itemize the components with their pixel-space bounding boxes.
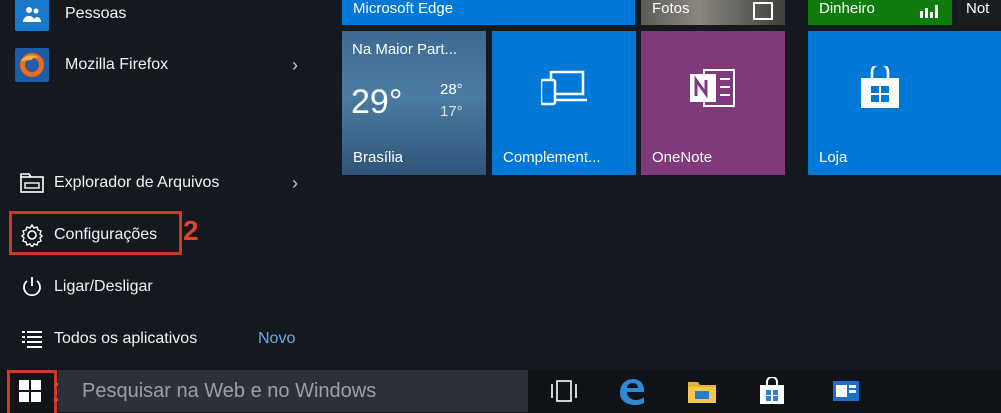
taskbar: 1 Pesquisar na Web e no Windows <box>0 370 1001 413</box>
taskbar-edge[interactable] <box>607 370 655 412</box>
annotation-highlight-start <box>7 370 57 413</box>
annotation-step-2: 2 <box>183 215 199 246</box>
task-view-button[interactable] <box>540 370 588 412</box>
weather-condition: Na Maior Part... <box>352 41 458 58</box>
chart-icon <box>918 2 940 22</box>
start-menu-left-pane: Pessoas Mozilla Firefox › Explorador de … <box>0 0 320 370</box>
tile-label: Not <box>966 0 990 17</box>
folder-icon <box>12 173 52 193</box>
tile-money[interactable]: Dinheiro <box>808 0 952 25</box>
search-box[interactable]: Pesquisar na Web e no Windows <box>58 370 528 412</box>
firefox-icon <box>12 48 52 82</box>
weather-low: 17° <box>440 103 463 120</box>
app-icon <box>833 381 859 401</box>
tile-phone-companion[interactable]: Complement... <box>492 31 636 175</box>
chevron-right-icon[interactable]: › <box>292 173 298 194</box>
tile-label: OneNote <box>652 149 713 166</box>
people-icon <box>12 0 52 31</box>
tile-microsoft-edge[interactable]: Microsoft Edge <box>342 0 635 25</box>
menu-item-file-explorer[interactable]: Explorador de Arquivos › <box>0 163 320 203</box>
app-item-label: Pessoas <box>65 5 127 22</box>
tile-label: Brasília <box>353 149 404 166</box>
menu-item-power[interactable]: Ligar/Desligar <box>0 267 320 307</box>
taskbar-store[interactable] <box>748 370 796 412</box>
taskbar-file-explorer[interactable] <box>678 370 726 412</box>
tile-onenote[interactable]: OneNote <box>641 31 785 175</box>
weather-high: 28° <box>440 81 463 98</box>
tile-label: Fotos <box>652 0 690 17</box>
tile-label: Complement... <box>503 149 601 166</box>
app-item-label: Mozilla Firefox <box>65 56 169 73</box>
tile-label: Loja <box>819 149 848 166</box>
search-placeholder: Pesquisar na Web e no Windows <box>82 379 377 402</box>
tile-store[interactable]: Loja <box>808 31 1001 175</box>
list-icon <box>12 330 52 348</box>
tile-news[interactable]: Not <box>958 0 1001 25</box>
store-icon <box>808 31 951 145</box>
new-badge: Novo <box>258 330 296 347</box>
task-view-icon <box>551 380 577 402</box>
taskbar-app[interactable] <box>822 370 870 412</box>
tile-label: Dinheiro <box>819 0 875 17</box>
chevron-right-icon[interactable]: › <box>292 55 298 76</box>
menu-item-all-apps[interactable]: Todos os aplicativos Novo <box>0 319 320 359</box>
tile-photos[interactable]: Fotos <box>641 0 785 25</box>
app-item-firefox[interactable]: Mozilla Firefox › <box>0 45 320 85</box>
menu-item-label: Explorador de Arquivos <box>54 174 220 191</box>
tile-weather[interactable]: Na Maior Part... 29° 28° 17° Brasília <box>342 31 486 175</box>
app-item-pessoas[interactable]: Pessoas <box>0 0 320 34</box>
photos-icon <box>753 2 773 20</box>
edge-icon <box>620 379 644 405</box>
start-menu: Pessoas Mozilla Firefox › Explorador de … <box>0 0 1001 370</box>
phone-laptop-icon <box>492 31 636 145</box>
annotation-highlight-settings <box>9 211 182 255</box>
onenote-icon <box>641 31 785 145</box>
tile-label: Microsoft Edge <box>353 0 454 17</box>
weather-temperature: 29° <box>351 83 403 121</box>
menu-item-label: Todos os aplicativos <box>54 330 198 347</box>
menu-item-label: Ligar/Desligar <box>54 278 153 295</box>
file-explorer-icon <box>688 382 716 403</box>
power-icon <box>12 276 52 298</box>
store-icon <box>760 377 784 404</box>
